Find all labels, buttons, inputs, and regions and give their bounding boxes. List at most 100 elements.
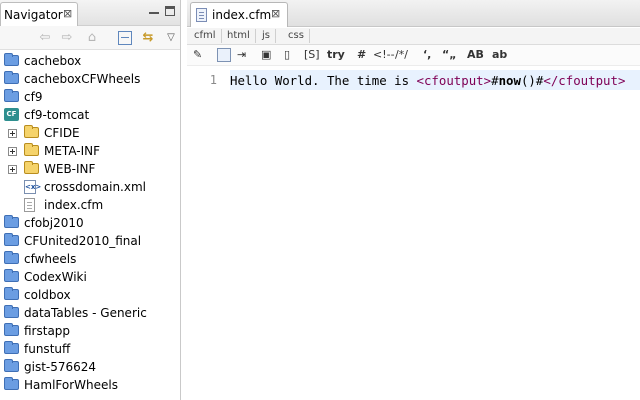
tree-item[interactable]: META-INF <box>0 142 180 160</box>
lowercase-button[interactable]: ab <box>492 47 507 63</box>
preview-button[interactable]: ▣ <box>261 47 271 63</box>
tree-item-label: coldbox <box>24 288 71 302</box>
close-icon[interactable]: ⊠ <box>63 7 72 20</box>
tree-item-label: cfobj2010 <box>24 216 84 230</box>
navigator-tab-title: Navigator <box>4 8 63 22</box>
tree-item[interactable]: cf9 <box>0 88 180 106</box>
block-comment-button[interactable]: /*/ <box>395 47 408 63</box>
navigator-tab-bar: Navigator ⊠ <box>0 0 180 26</box>
line-number: 1 <box>209 73 217 87</box>
collapse-all-icon[interactable] <box>118 31 132 45</box>
open-folder-icon <box>24 125 39 138</box>
link-with-editor-icon[interactable]: ⇆ <box>139 29 157 47</box>
uppercase-button[interactable]: AB <box>467 47 484 63</box>
try-catch-button[interactable]: try <box>327 47 345 63</box>
tab-cfml[interactable]: cfml <box>189 29 222 43</box>
code-function: now <box>498 73 521 88</box>
forward-arrow-icon[interactable]: ⇨ <box>58 29 76 47</box>
tree-item-label: cf9-tomcat <box>24 108 90 122</box>
minimize-icon[interactable] <box>149 6 159 14</box>
xml-file-icon: <x> <box>24 180 41 194</box>
script-block-button[interactable]: [S] <box>304 47 320 63</box>
folder-icon <box>4 377 19 390</box>
tree-item[interactable]: cfobj2010 <box>0 214 180 232</box>
view-menu-icon[interactable]: ▽ <box>162 29 180 47</box>
tree-item[interactable]: WEB-INF <box>0 160 180 178</box>
editor-tab-index-cfm[interactable]: index.cfm ⊠ <box>190 2 288 27</box>
cfm-file-icon <box>24 198 35 212</box>
comment-button[interactable]: <!-- <box>373 47 395 63</box>
tree-item[interactable]: funstuff <box>0 340 180 358</box>
single-quote-button[interactable]: ‘, <box>423 47 431 63</box>
expand-icon[interactable] <box>8 129 17 138</box>
tree-item[interactable]: cfwheels <box>0 250 180 268</box>
insert-tag-button[interactable]: ✎ <box>193 47 202 63</box>
coldfusion-project-icon: CF <box>4 108 19 121</box>
tree-item-label: CodexWiki <box>24 270 87 284</box>
tab-css[interactable]: css <box>283 29 310 43</box>
tree-item[interactable]: HamlForWheels <box>0 376 180 394</box>
tree-item[interactable]: dataTables - Generic <box>0 304 180 322</box>
tree-item-label: WEB-INF <box>44 162 96 176</box>
folder-icon <box>4 89 19 102</box>
tree-item-label: cacheboxCFWheels <box>24 72 141 86</box>
tree-item[interactable]: coldbox <box>0 286 180 304</box>
tree-item[interactable]: CodexWiki <box>0 268 180 286</box>
navigator-view: Navigator ⊠ ⇦ ⇨ ⌂ ⇆ ▽ cachebox cacheboxCF… <box>0 0 181 400</box>
code-hash-open: # <box>491 73 499 88</box>
folder-icon <box>4 215 19 228</box>
tree-item-label: cachebox <box>24 54 82 68</box>
folder-icon <box>4 341 19 354</box>
tree-item[interactable]: CFIDE <box>0 124 180 142</box>
editor-toolbar: ✎ ⇥ ▣ ▯ [S] try # <!--/*/ ‘, “„ AB ab <box>187 45 640 66</box>
hash-button[interactable]: # <box>357 47 366 63</box>
code-parens: () <box>520 73 536 88</box>
tree-item-label: dataTables - Generic <box>24 306 147 320</box>
folder-icon <box>4 233 19 246</box>
code-text: Hello World. The time is <box>230 73 417 88</box>
cfm-file-icon <box>196 8 207 22</box>
maximize-icon[interactable] <box>165 6 175 16</box>
tree-item-label: index.cfm <box>44 198 104 212</box>
back-arrow-icon[interactable]: ⇦ <box>36 29 54 47</box>
tree-item[interactable]: cacheboxCFWheels <box>0 70 180 88</box>
tree-item[interactable]: <x> crossdomain.xml <box>0 178 180 196</box>
tree-item[interactable]: CF cf9-tomcat <box>0 106 180 124</box>
navigator-toolbar: ⇦ ⇨ ⌂ ⇆ ▽ <box>0 26 180 50</box>
tab-html[interactable]: html <box>222 29 256 43</box>
tree-item[interactable]: firstapp <box>0 322 180 340</box>
folder-icon <box>4 71 19 84</box>
home-icon[interactable]: ⌂ <box>83 29 101 47</box>
editor-tab-bar: index.cfm ⊠ <box>187 0 640 27</box>
editor-area: index.cfm ⊠ cfml html js css ✎ ⇥ ▣ ▯ [S] try #… <box>187 0 640 400</box>
code-close-tag: </cfoutput> <box>543 73 626 88</box>
navigator-tree: cachebox cacheboxCFWheels cf9 CF cf9-tomcat C… <box>0 52 180 394</box>
tree-item-label: firstapp <box>24 324 71 338</box>
expand-icon[interactable] <box>8 147 17 156</box>
tree-item[interactable]: index.cfm <box>0 196 180 214</box>
navigator-tab[interactable]: Navigator ⊠ <box>0 2 78 26</box>
tree-item[interactable]: CFUnited2010_final <box>0 232 180 250</box>
double-quote-button[interactable]: “„ <box>442 47 456 63</box>
tree-item-label: META-INF <box>44 144 101 158</box>
language-tabs: cfml html js css <box>187 28 640 45</box>
code-editor[interactable]: Hello World. The time is <cfoutput>#now(… <box>230 66 640 400</box>
insert-block-button[interactable]: ⇥ <box>237 47 246 63</box>
tree-item-label: funstuff <box>24 342 71 356</box>
close-icon[interactable]: ⊠ <box>271 7 280 20</box>
folder-icon <box>4 287 19 300</box>
tree-item-label: CFIDE <box>44 126 80 140</box>
expand-icon[interactable] <box>8 165 17 174</box>
tree-item[interactable]: gist-576624 <box>0 358 180 376</box>
tab-js[interactable]: js <box>257 29 276 43</box>
tree-item[interactable]: cachebox <box>0 52 180 70</box>
tag-chooser-button[interactable] <box>217 48 231 62</box>
code-line[interactable]: Hello World. The time is <cfoutput>#now(… <box>230 73 625 88</box>
variable-button[interactable]: ▯ <box>284 47 290 63</box>
editor-tab-title: index.cfm <box>212 8 272 22</box>
folder-icon <box>4 323 19 336</box>
tree-item-label: cfwheels <box>24 252 77 266</box>
folder-icon <box>4 269 19 282</box>
tree-item-label: CFUnited2010_final <box>24 234 142 248</box>
folder-icon <box>4 305 19 318</box>
